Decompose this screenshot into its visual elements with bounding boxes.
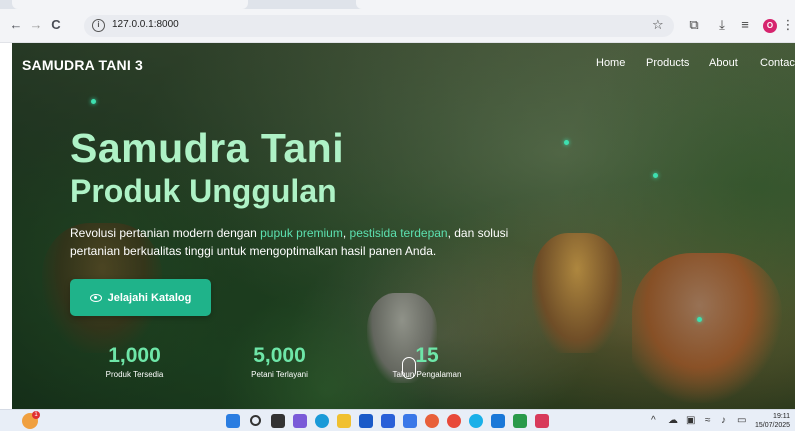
search-icon[interactable] (250, 415, 261, 426)
windows-taskbar: 1 ^ ☁ ▣ ≈ ♪ ▭ 19:11 15/07/2025 (0, 409, 795, 431)
bookmark-star-icon[interactable]: ☆ (652, 17, 664, 33)
cloud-icon[interactable]: ☁ (668, 415, 678, 426)
clock-time: 19:11 (773, 413, 791, 420)
start-icon[interactable] (226, 414, 240, 428)
menu-icon[interactable]: ⋮ (780, 17, 795, 33)
back-button[interactable]: ← (8, 17, 24, 33)
particle-dot (697, 317, 702, 322)
nav-about[interactable]: About (709, 57, 738, 69)
firefox-icon[interactable] (425, 414, 439, 428)
tab-strip (0, 0, 795, 9)
app-icon[interactable] (403, 414, 417, 428)
stat-label: Tahun Pengalaman (392, 370, 462, 379)
reload-button[interactable]: C (48, 17, 64, 33)
profile-avatar[interactable]: O (763, 19, 777, 33)
stat-value: 5,000 (253, 344, 306, 367)
tray-app-icon[interactable]: ▣ (686, 415, 695, 426)
tray-expand-icon[interactable]: ^ (651, 415, 656, 426)
vscode-icon[interactable] (491, 414, 505, 428)
tab-edge (12, 0, 248, 9)
particle-dot (564, 140, 569, 145)
url-text[interactable]: 127.0.0.1:8000 (112, 19, 179, 30)
battery-icon[interactable]: ▭ (737, 415, 746, 426)
highlight-pestisida: pestisida terdepan (349, 226, 448, 240)
hero-description: Revolusi pertanian modern dengan pupuk p… (70, 226, 509, 258)
stat-label: Produk Tersedia (105, 370, 164, 379)
system-clock[interactable]: 19:11 15/07/2025 (755, 412, 790, 430)
address-bar[interactable]: i 127.0.0.1:8000 ☆ (84, 15, 674, 37)
site-info-icon[interactable]: i (92, 19, 105, 32)
forward-button[interactable]: → (28, 17, 44, 33)
nav-contact[interactable]: Contac (760, 57, 795, 69)
particle-dot (91, 99, 96, 104)
file-explorer-icon[interactable] (337, 414, 351, 428)
excel-icon[interactable] (513, 414, 527, 428)
stat-label: Petani Terlayani (251, 370, 308, 379)
app-icon[interactable] (469, 414, 483, 428)
task-view-icon[interactable] (271, 414, 285, 428)
particle-dot (653, 173, 658, 178)
chrome-icon[interactable] (447, 414, 461, 428)
media-icon[interactable]: ≡ (737, 17, 753, 32)
scroll-indicator-icon[interactable] (402, 357, 416, 379)
stat-farmers: 5,000 Petani Terlayani (237, 344, 322, 380)
hero-title: Samudra Tani (70, 125, 345, 171)
stat-value: 1,000 (108, 344, 161, 367)
store-icon[interactable] (359, 414, 373, 428)
stat-products: 1,000 Produk Tersedia (92, 344, 177, 380)
download-icon[interactable]: ⤓ (714, 17, 730, 33)
notification-badge: 1 (32, 411, 40, 419)
highlight-pupuk: pupuk premium (260, 226, 343, 240)
stat-value: 15 (415, 344, 439, 367)
hero-section: SAMUDRA TANI 3 Home Products About Conta… (12, 43, 795, 409)
stat-experience: 15 Tahun Pengalaman (382, 344, 472, 380)
app-icon[interactable] (381, 414, 395, 428)
tab-edge-right (356, 0, 795, 9)
browser-toolbar: ← → C i 127.0.0.1:8000 ☆ ⧉ ⤓ ≡ O ⋮ (0, 0, 795, 43)
hero-subtitle: Produk Unggulan (70, 173, 337, 209)
nav-products[interactable]: Products (646, 57, 689, 69)
explore-catalog-button[interactable]: Jelajahi Katalog (70, 279, 211, 316)
app-icon[interactable] (535, 414, 549, 428)
copilot-icon[interactable] (293, 414, 307, 428)
extensions-icon[interactable]: ⧉ (686, 17, 702, 33)
nav-home[interactable]: Home (596, 57, 625, 69)
wifi-icon[interactable]: ≈ (705, 415, 711, 426)
eye-icon (89, 293, 102, 302)
site-brand[interactable]: SAMUDRA TANI 3 (22, 57, 143, 73)
clock-date: 15/07/2025 (755, 422, 791, 429)
explore-catalog-label: Jelajahi Katalog (107, 291, 192, 304)
volume-icon[interactable]: ♪ (721, 415, 726, 426)
edge-icon[interactable] (315, 414, 329, 428)
